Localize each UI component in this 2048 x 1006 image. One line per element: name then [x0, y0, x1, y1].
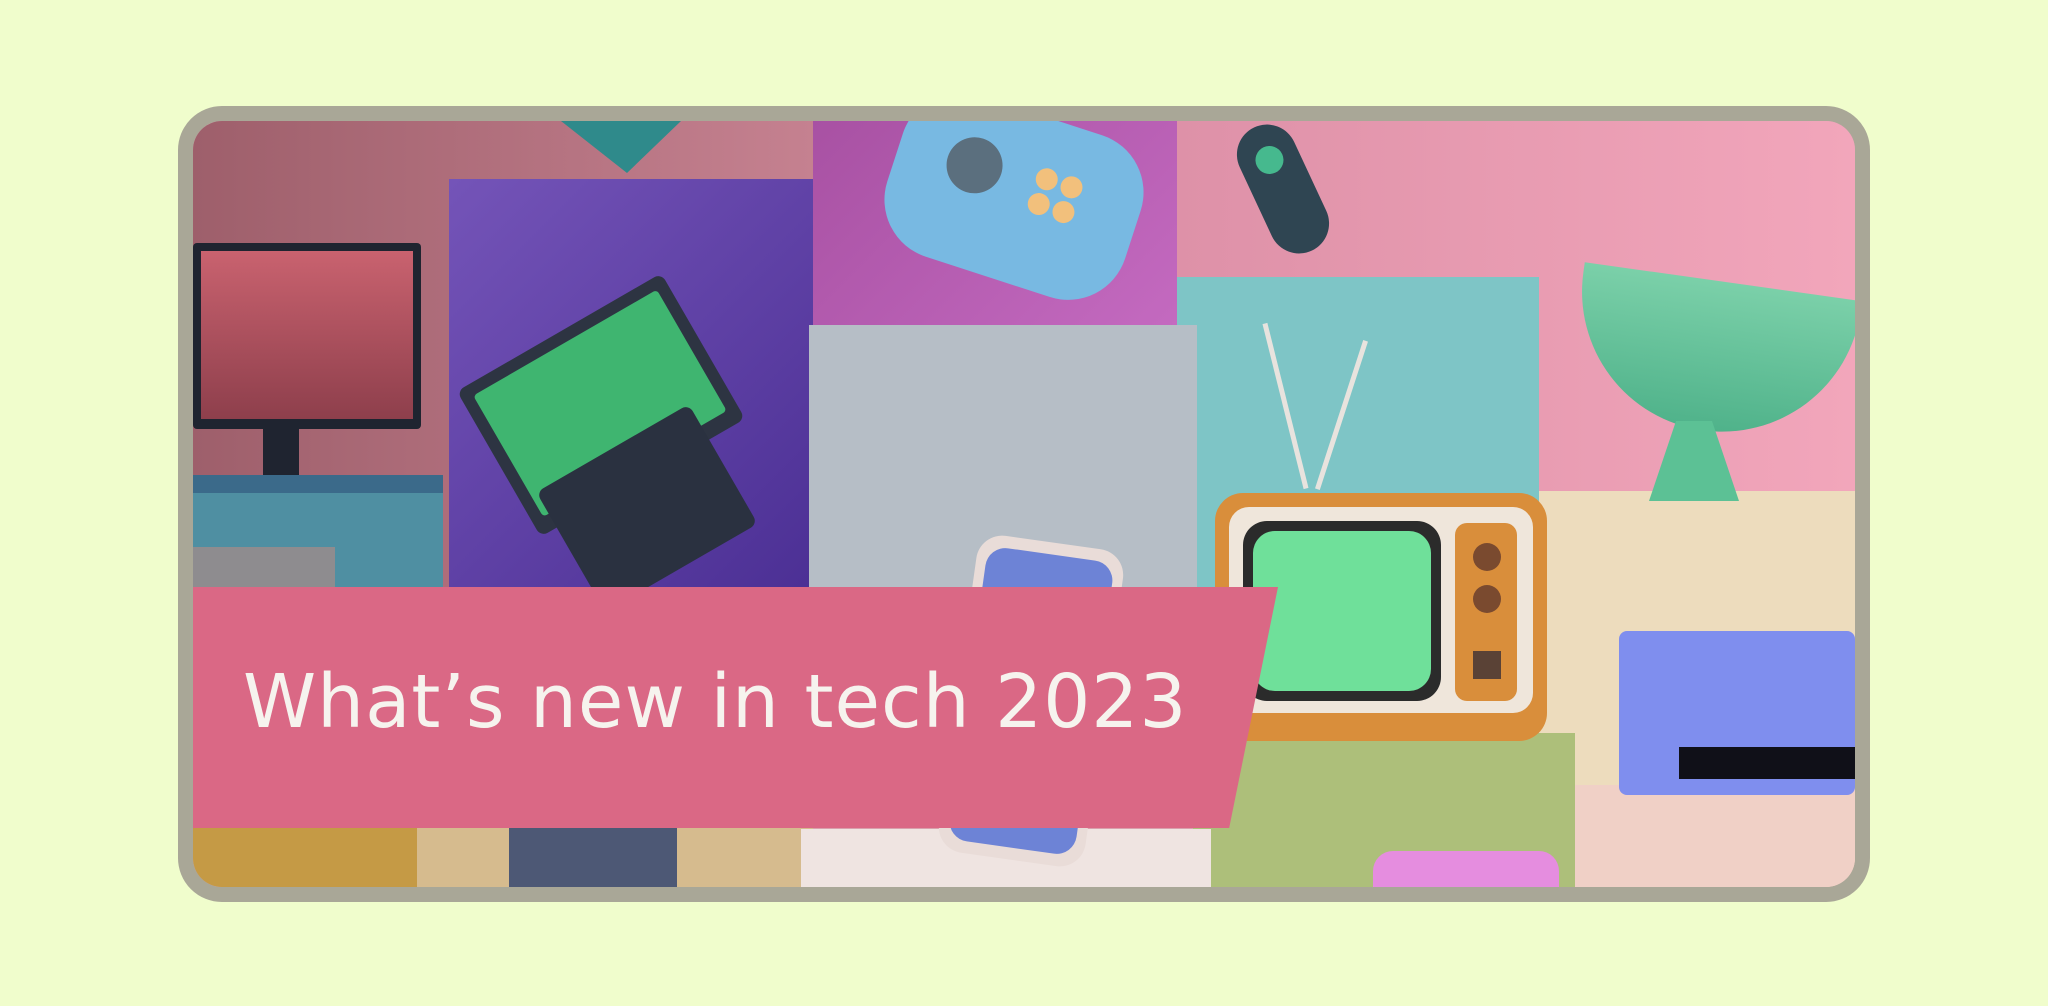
block-peach	[1575, 785, 1855, 887]
printer-icon	[1619, 631, 1855, 795]
block-ochre	[193, 821, 417, 887]
banner-title: What’s new in tech 2023	[243, 659, 1188, 745]
monitor-icon	[193, 243, 421, 429]
title-banner: What’s new in tech 2023	[193, 587, 1278, 828]
keyboard-icon	[193, 475, 443, 493]
pink-stool-icon	[1373, 851, 1559, 887]
monitor-stand	[263, 427, 299, 477]
hero-card[interactable]: What’s new in tech 2023	[178, 106, 1870, 902]
drawer-icon	[509, 827, 677, 887]
